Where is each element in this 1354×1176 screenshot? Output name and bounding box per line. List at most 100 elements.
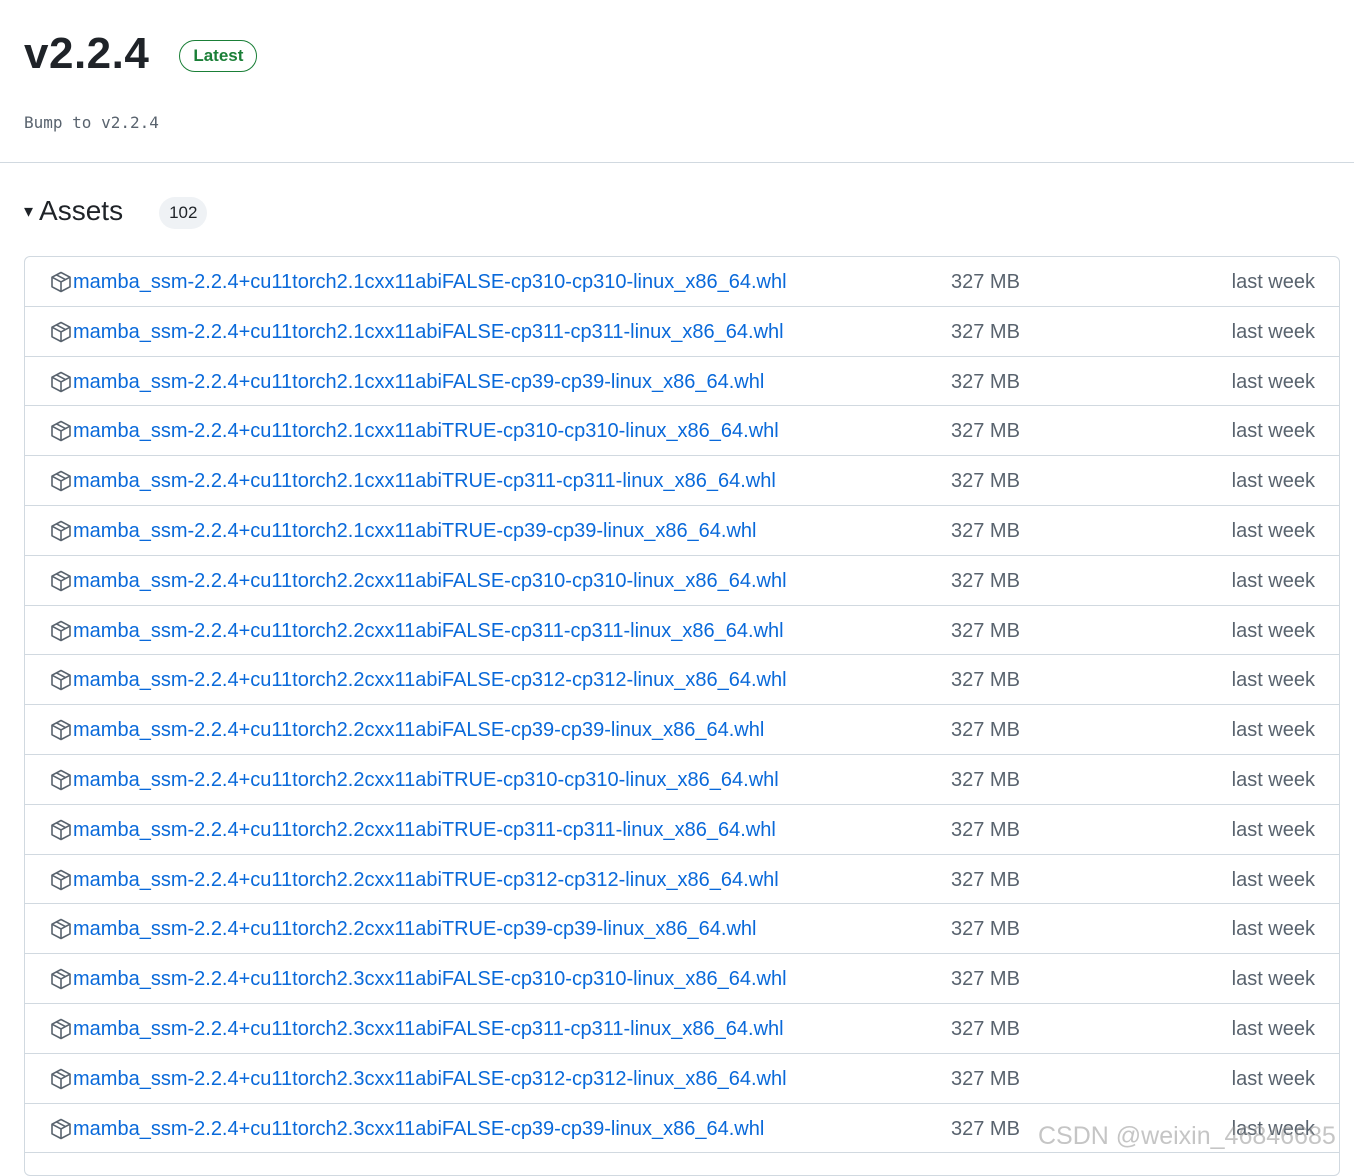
- asset-size: 327 MB: [951, 420, 1020, 443]
- asset-link[interactable]: mamba_ssm-2.2.4+cu11torch2.3cxx11abiFALS…: [73, 1116, 764, 1142]
- package-icon: [51, 470, 71, 492]
- asset-date: last week: [1231, 320, 1315, 343]
- asset-link[interactable]: mamba_ssm-2.2.4+cu11torch2.2cxx11abiTRUE…: [73, 916, 757, 942]
- asset-date: last week: [1231, 918, 1315, 941]
- asset-link[interactable]: mamba_ssm-2.2.4+cu11torch2.1cxx11abiFALS…: [73, 319, 784, 345]
- asset-date: last week: [1231, 768, 1315, 791]
- release-notes: Bump to v2.2.4: [24, 113, 159, 132]
- asset-date: last week: [1231, 719, 1315, 742]
- asset-row: mamba_ssm-2.2.4+cu11torch2.1cxx11abiTRUE…: [25, 456, 1339, 506]
- release-title[interactable]: v2.2.4: [24, 24, 149, 84]
- asset-size: 327 MB: [951, 519, 1020, 542]
- asset-row: mamba_ssm-2.2.4+cu11torch2.2cxx11abiFALS…: [25, 606, 1339, 656]
- asset-date: last week: [1231, 519, 1315, 542]
- package-icon: [51, 869, 71, 890]
- asset-date: last week: [1231, 818, 1315, 841]
- asset-link[interactable]: mamba_ssm-2.2.4+cu11torch2.2cxx11abiFALS…: [73, 667, 787, 693]
- asset-row: mamba_ssm-2.2.4+cu11torch2.1cxx11abiTRUE…: [25, 506, 1339, 556]
- asset-link[interactable]: mamba_ssm-2.2.4+cu11torch2.2cxx11abiTRUE…: [73, 767, 779, 793]
- package-icon: [51, 321, 71, 343]
- package-icon: [51, 819, 71, 841]
- package-icon: [51, 620, 71, 641]
- triangle-down-icon: ▾: [24, 201, 34, 221]
- assets-title: Assets: [39, 195, 124, 226]
- asset-size: 327 MB: [951, 719, 1020, 742]
- asset-size: 327 MB: [951, 271, 1020, 293]
- asset-link[interactable]: mamba_ssm-2.2.4+cu11torch2.1cxx11abiFALS…: [73, 269, 787, 295]
- asset-date: last week: [1231, 420, 1315, 443]
- asset-link[interactable]: mamba_ssm-2.2.4+cu11torch2.1cxx11abiTRUE…: [73, 468, 776, 494]
- asset-link[interactable]: mamba_ssm-2.2.4+cu11torch2.3cxx11abiFALS…: [73, 1066, 787, 1092]
- asset-link[interactable]: mamba_ssm-2.2.4+cu11torch2.2cxx11abiTRUE…: [73, 817, 776, 843]
- asset-size: 327 MB: [951, 918, 1020, 941]
- asset-row: mamba_ssm-2.2.4+cu11torch2.3cxx11abiFALS…: [25, 1004, 1339, 1054]
- latest-badge: Latest: [179, 40, 258, 72]
- asset-size: 327 MB: [951, 818, 1020, 841]
- asset-link[interactable]: mamba_ssm-2.2.4+cu11torch2.1cxx11abiTRUE…: [73, 418, 779, 444]
- asset-row: mamba_ssm-2.2.4+cu11torch2.2cxx11abiTRUE…: [25, 855, 1339, 905]
- asset-row: mamba_ssm-2.2.4+cu11torch2.1cxx11abiFALS…: [25, 307, 1339, 357]
- asset-size: 327 MB: [951, 868, 1020, 891]
- asset-date: last week: [1231, 619, 1315, 642]
- package-icon: [51, 371, 71, 392]
- package-icon: [51, 271, 71, 293]
- asset-link[interactable]: mamba_ssm-2.2.4+cu11torch2.1cxx11abiTRUE…: [73, 518, 757, 544]
- asset-row: mamba_ssm-2.2.4+cu11torch2.2cxx11abiTRUE…: [25, 805, 1339, 855]
- asset-link[interactable]: mamba_ssm-2.2.4+cu11torch2.2cxx11abiFALS…: [73, 618, 784, 644]
- package-icon: [51, 1018, 71, 1040]
- asset-row: mamba_ssm-2.2.4+cu11torch2.2cxx11abiFALS…: [25, 556, 1339, 606]
- asset-link[interactable]: mamba_ssm-2.2.4+cu11torch2.3cxx11abiFALS…: [73, 1016, 784, 1042]
- asset-date: last week: [1231, 271, 1315, 293]
- asset-size: 327 MB: [951, 768, 1020, 791]
- asset-date: last week: [1231, 968, 1315, 991]
- package-icon: [51, 1068, 71, 1090]
- asset-row: mamba_ssm-2.2.4+cu11torch2.1cxx11abiFALS…: [25, 357, 1339, 407]
- asset-size: 327 MB: [951, 619, 1020, 642]
- asset-size: 327 MB: [951, 370, 1020, 393]
- asset-link[interactable]: mamba_ssm-2.2.4+cu11torch2.2cxx11abiFALS…: [73, 717, 764, 743]
- package-icon: [51, 968, 71, 990]
- asset-row: mamba_ssm-2.2.4+cu11torch2.2cxx11abiFALS…: [25, 705, 1339, 755]
- asset-date: last week: [1231, 1067, 1315, 1090]
- asset-row: mamba_ssm-2.2.4+cu11torch2.2cxx11abiFALS…: [25, 655, 1339, 706]
- package-icon: [51, 670, 71, 691]
- section-divider: [0, 162, 1354, 163]
- asset-link[interactable]: mamba_ssm-2.2.4+cu11torch2.3cxx11abiFALS…: [73, 966, 787, 992]
- asset-size: 327 MB: [951, 1017, 1020, 1040]
- asset-row: mamba_ssm-2.2.4+cu11torch2.1cxx11abiFALS…: [25, 257, 1339, 307]
- assets-count-badge: 102: [159, 197, 208, 229]
- asset-date: last week: [1231, 1017, 1315, 1040]
- asset-size: 327 MB: [951, 320, 1020, 343]
- asset-date: last week: [1231, 470, 1315, 493]
- package-icon: [51, 421, 71, 442]
- asset-size: 327 MB: [951, 1067, 1020, 1090]
- package-icon: [51, 1118, 71, 1139]
- asset-row: mamba_ssm-2.2.4+cu11torch2.3cxx11abiFALS…: [25, 954, 1339, 1004]
- asset-row: mamba_ssm-2.2.4+cu11torch2.3cxx11abiFALS…: [25, 1104, 1339, 1154]
- release-header: v2.2.4 Latest: [24, 24, 258, 84]
- asset-date: last week: [1231, 669, 1315, 692]
- asset-size: 327 MB: [951, 669, 1020, 692]
- package-icon: [51, 719, 71, 741]
- asset-date: last week: [1231, 569, 1315, 592]
- asset-row: mamba_ssm-2.2.4+cu11torch2.2cxx11abiTRUE…: [25, 755, 1339, 805]
- asset-size: 327 MB: [951, 1117, 1020, 1140]
- asset-row: mamba_ssm-2.2.4+cu11torch2.3cxx11abiFALS…: [25, 1054, 1339, 1104]
- asset-link[interactable]: mamba_ssm-2.2.4+cu11torch2.2cxx11abiFALS…: [73, 568, 787, 594]
- package-icon: [51, 919, 71, 940]
- asset-row: mamba_ssm-2.2.4+cu11torch2.1cxx11abiTRUE…: [25, 406, 1339, 457]
- assets-toggle[interactable]: ▾ Assets 102: [24, 191, 208, 231]
- asset-date: last week: [1231, 370, 1315, 393]
- assets-list: mamba_ssm-2.2.4+cu11torch2.1cxx11abiFALS…: [24, 256, 1340, 1176]
- package-icon: [51, 520, 71, 542]
- asset-link[interactable]: mamba_ssm-2.2.4+cu11torch2.1cxx11abiFALS…: [73, 369, 764, 395]
- asset-size: 327 MB: [951, 569, 1020, 592]
- asset-link[interactable]: mamba_ssm-2.2.4+cu11torch2.2cxx11abiTRUE…: [73, 867, 779, 893]
- package-icon: [51, 570, 71, 592]
- package-icon: [51, 769, 71, 791]
- asset-row: mamba_ssm-2.2.4+cu11torch2.2cxx11abiTRUE…: [25, 904, 1339, 955]
- asset-date: last week: [1231, 1117, 1315, 1140]
- asset-size: 327 MB: [951, 470, 1020, 493]
- asset-size: 327 MB: [951, 968, 1020, 991]
- asset-date: last week: [1231, 868, 1315, 891]
